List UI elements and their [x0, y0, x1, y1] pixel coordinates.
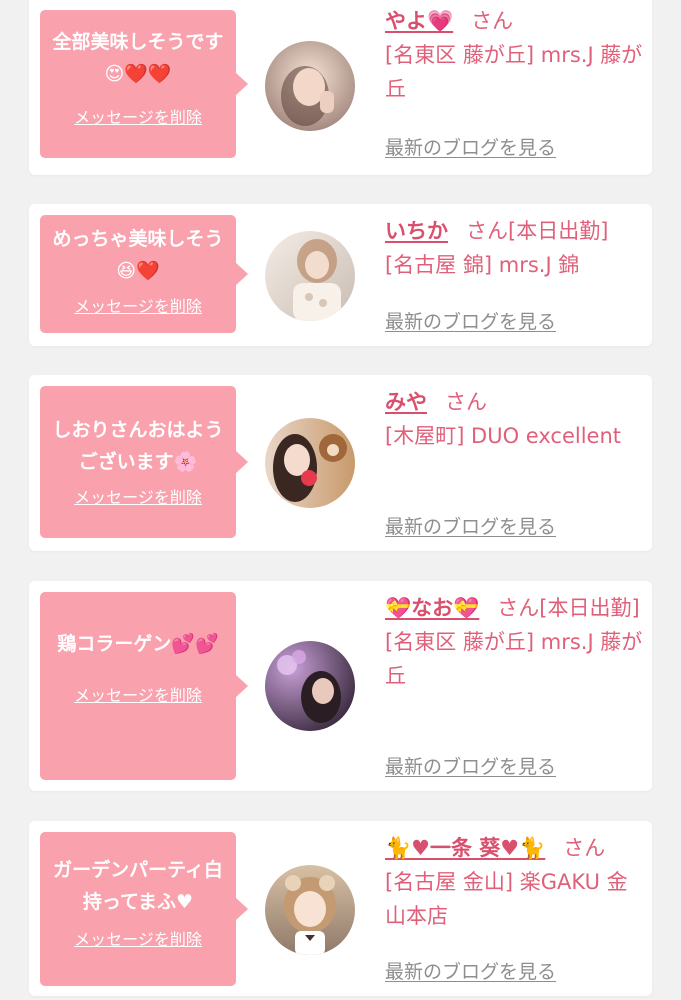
- message-text: ガーデンパーティ白持ってまふ♥: [53, 859, 223, 913]
- message-bubble: めっちゃ美味しそう😆❤️ メッセージを削除: [40, 215, 248, 333]
- honorific: さん: [471, 9, 514, 33]
- honorific: さん[本日出勤]: [466, 219, 609, 243]
- latest-blog-link[interactable]: 最新のブログを見る: [385, 133, 556, 160]
- latest-blog-link[interactable]: 最新のブログを見る: [385, 957, 556, 984]
- delete-message-link[interactable]: メッセージを削除: [50, 488, 226, 508]
- sender-name-link[interactable]: やよ💗: [385, 9, 453, 33]
- message-text: めっちゃ美味しそう😆❤️: [52, 228, 224, 282]
- message-list: 全部美味しそうです😍❤️❤️ メッセージを削除 やよ💗 さん [名東区 藤が丘] …: [0, 0, 681, 1000]
- message-bubble: ガーデンパーティ白持ってまふ♥ メッセージを削除: [40, 832, 248, 986]
- message-card: ガーデンパーティ白持ってまふ♥ メッセージを削除 🐈♥一条 葵♥🐈 さん [名古屋…: [29, 821, 652, 996]
- message-card: 全部美味しそうです😍❤️❤️ メッセージを削除 やよ💗 さん [名東区 藤が丘] …: [29, 0, 652, 175]
- honorific: さん: [563, 836, 606, 860]
- sender-name-link[interactable]: みや: [385, 390, 427, 414]
- message-bubble: 全部美味しそうです😍❤️❤️ メッセージを削除: [40, 10, 248, 158]
- avatar[interactable]: [265, 41, 355, 131]
- message-bubble: 鶏コラーゲン💕💕 メッセージを削除: [40, 592, 248, 780]
- shop-info: [名古屋 金山] 楽GAKU 金山本店: [385, 870, 628, 928]
- delete-message-link[interactable]: メッセージを削除: [50, 297, 226, 317]
- shop-info: [名東区 藤が丘] mrs.J 藤が丘: [385, 630, 643, 688]
- message-card: しおりさんおはようございます🌸 メッセージを削除 みや さん [木屋町] DUO …: [29, 375, 652, 551]
- latest-blog-link[interactable]: 最新のブログを見る: [385, 307, 556, 334]
- honorific: さん[本日出勤]: [497, 596, 640, 620]
- message-text: 全部美味しそうです😍❤️❤️: [52, 31, 224, 85]
- message-card: 鶏コラーゲン💕💕 メッセージを削除 💝なお💝 さん[本日出勤] [名東区 藤が丘]…: [29, 581, 652, 791]
- message-text: しおりさんおはようございます🌸: [52, 419, 224, 473]
- avatar[interactable]: [265, 231, 355, 321]
- avatar[interactable]: [265, 641, 355, 731]
- shop-info: [木屋町] DUO excellent: [385, 424, 622, 448]
- delete-message-link[interactable]: メッセージを削除: [50, 930, 226, 950]
- sender-name-link[interactable]: いちか: [385, 219, 448, 243]
- avatar[interactable]: [265, 418, 355, 508]
- avatar[interactable]: [265, 865, 355, 955]
- message-bubble: しおりさんおはようございます🌸 メッセージを削除: [40, 386, 248, 538]
- sender-name-link[interactable]: 💝なお💝: [385, 596, 479, 620]
- delete-message-link[interactable]: メッセージを削除: [50, 108, 226, 128]
- message-text: 鶏コラーゲン💕💕: [57, 633, 219, 655]
- shop-info: [名東区 藤が丘] mrs.J 藤が丘: [385, 43, 643, 101]
- honorific: さん: [445, 390, 487, 414]
- sender-name-link[interactable]: 🐈♥一条 葵♥🐈: [385, 836, 545, 860]
- shop-info: [名古屋 錦] mrs.J 錦: [385, 253, 580, 277]
- delete-message-link[interactable]: メッセージを削除: [50, 686, 226, 706]
- latest-blog-link[interactable]: 最新のブログを見る: [385, 512, 556, 539]
- message-card: めっちゃ美味しそう😆❤️ メッセージを削除 いちか さん[本日出勤] [名古屋 錦…: [29, 204, 652, 346]
- latest-blog-link[interactable]: 最新のブログを見る: [385, 752, 556, 779]
